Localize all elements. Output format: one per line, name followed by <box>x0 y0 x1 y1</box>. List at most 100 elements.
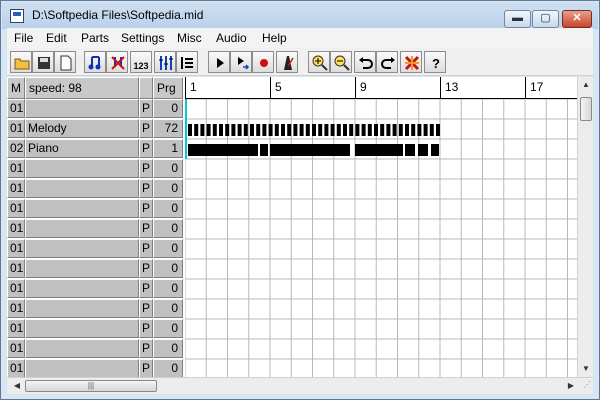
track-program[interactable]: 0 <box>153 359 183 377</box>
menu-help[interactable]: Help <box>262 31 287 45</box>
track-name[interactable] <box>25 159 139 178</box>
save-disk-icon[interactable] <box>32 51 54 73</box>
new-document-icon[interactable] <box>54 51 76 73</box>
track-program[interactable]: 0 <box>153 299 183 318</box>
track-name[interactable] <box>25 219 139 238</box>
header-prg[interactable]: Prg <box>153 77 183 99</box>
track-part-toggle[interactable]: P <box>139 259 153 278</box>
zoom-in-icon[interactable] <box>308 51 330 73</box>
open-folder-icon[interactable] <box>10 51 32 73</box>
horizontal-scroll-thumb[interactable]: ||| <box>25 380 157 392</box>
track-program[interactable]: 0 <box>153 319 183 338</box>
track-channel[interactable]: 01 <box>7 359 25 377</box>
vertical-scroll-thumb[interactable] <box>580 97 592 121</box>
app-icon[interactable] <box>10 9 24 23</box>
notes-icon[interactable] <box>84 51 106 73</box>
close-button[interactable]: ✕ <box>562 10 592 28</box>
metronome-icon[interactable] <box>276 51 298 73</box>
track-name[interactable]: Melody <box>25 119 139 138</box>
track-name[interactable] <box>25 179 139 198</box>
track-program[interactable]: 72 <box>153 119 183 138</box>
menu-parts[interactable]: Parts <box>81 31 109 45</box>
minimize-button[interactable]: ▬ <box>504 10 531 28</box>
track-part-toggle[interactable]: P <box>139 99 153 118</box>
track-channel[interactable]: 01 <box>7 239 25 258</box>
menu-file[interactable]: File <box>14 31 33 45</box>
vertical-scrollbar[interactable]: ▲ ▼ <box>577 77 593 377</box>
track-program[interactable]: 0 <box>153 339 183 358</box>
track-program[interactable]: 0 <box>153 179 183 198</box>
track-part-toggle[interactable]: P <box>139 319 153 338</box>
track-part-toggle[interactable]: P <box>139 159 153 178</box>
resize-grip-icon[interactable]: ⋰ <box>583 380 593 392</box>
track-name[interactable] <box>25 279 139 298</box>
play-icon[interactable] <box>208 51 230 73</box>
track-name[interactable] <box>25 299 139 318</box>
track-name[interactable] <box>25 259 139 278</box>
track-part-toggle[interactable]: P <box>139 199 153 218</box>
track-program[interactable]: 0 <box>153 159 183 178</box>
track-part-toggle[interactable]: P <box>139 139 153 158</box>
record-icon[interactable] <box>252 51 274 73</box>
track-part-toggle[interactable]: P <box>139 219 153 238</box>
track-channel[interactable]: 02 <box>7 139 25 158</box>
track-part-toggle[interactable]: P <box>139 279 153 298</box>
track-part-toggle[interactable]: P <box>139 339 153 358</box>
header-m[interactable]: M <box>7 77 25 99</box>
track-channel[interactable]: 01 <box>7 299 25 318</box>
pattern-grid[interactable] <box>185 99 577 377</box>
scroll-up-arrow[interactable]: ▲ <box>578 77 593 93</box>
help-icon[interactable]: ? <box>424 51 446 73</box>
scroll-down-arrow[interactable]: ▼ <box>578 361 593 377</box>
menu-misc[interactable]: Misc <box>177 31 202 45</box>
track-program[interactable]: 0 <box>153 199 183 218</box>
menu-settings[interactable]: Settings <box>121 31 164 45</box>
undo-icon[interactable] <box>354 51 376 73</box>
track-program[interactable]: 0 <box>153 279 183 298</box>
track-channel[interactable]: 01 <box>7 159 25 178</box>
track-program[interactable]: 0 <box>153 219 183 238</box>
track-part-toggle[interactable]: P <box>139 239 153 258</box>
menu-audio[interactable]: Audio <box>216 31 247 45</box>
track-channel[interactable]: 01 <box>7 279 25 298</box>
track-channel[interactable]: 01 <box>7 99 25 118</box>
track-program[interactable]: 0 <box>153 259 183 278</box>
track-program[interactable]: 0 <box>153 239 183 258</box>
mixer-bars-icon[interactable] <box>154 51 176 73</box>
step-play-icon[interactable] <box>230 51 252 73</box>
track-channel[interactable]: 01 <box>7 179 25 198</box>
tools-icon[interactable] <box>400 51 422 73</box>
track-channel[interactable]: 01 <box>7 219 25 238</box>
zoom-out-icon[interactable] <box>330 51 352 73</box>
scroll-right-arrow[interactable]: ▶ <box>563 378 579 394</box>
track-channel[interactable]: 01 <box>7 119 25 138</box>
track-name[interactable] <box>25 99 139 118</box>
scroll-left-arrow[interactable]: ◀ <box>9 378 25 394</box>
tracks-list-icon[interactable] <box>176 51 198 73</box>
measure-ruler[interactable]: 1 5 9 13 17 <box>185 77 577 99</box>
track-part-toggle[interactable]: P <box>139 179 153 198</box>
track-channel[interactable]: 01 <box>7 339 25 358</box>
track-channel[interactable]: 01 <box>7 199 25 218</box>
mute-notes-icon[interactable] <box>106 51 128 73</box>
track-name[interactable] <box>25 359 139 377</box>
track-part-toggle[interactable]: P <box>139 299 153 318</box>
menu-bar: File Edit Parts Settings Misc Audio Help <box>7 28 593 48</box>
header-speed[interactable]: speed: 98 <box>25 77 139 99</box>
menu-edit[interactable]: Edit <box>46 31 67 45</box>
track-name[interactable]: Piano <box>25 139 139 158</box>
maximize-button[interactable]: ▢ <box>532 10 559 28</box>
track-channel[interactable]: 01 <box>7 319 25 338</box>
track-name[interactable] <box>25 199 139 218</box>
horizontal-scrollbar[interactable]: ◀ ||| ▶ ⋰ <box>7 377 593 394</box>
track-part-toggle[interactable]: P <box>139 359 153 377</box>
track-program[interactable]: 1 <box>153 139 183 158</box>
track-name[interactable] <box>25 339 139 358</box>
track-name[interactable] <box>25 239 139 258</box>
track-channel[interactable]: 01 <box>7 259 25 278</box>
track-program[interactable]: 0 <box>153 99 183 118</box>
numbers-123-icon[interactable]: 123 <box>130 51 152 73</box>
track-part-toggle[interactable]: P <box>139 119 153 138</box>
redo-icon[interactable] <box>376 51 398 73</box>
track-name[interactable] <box>25 319 139 338</box>
